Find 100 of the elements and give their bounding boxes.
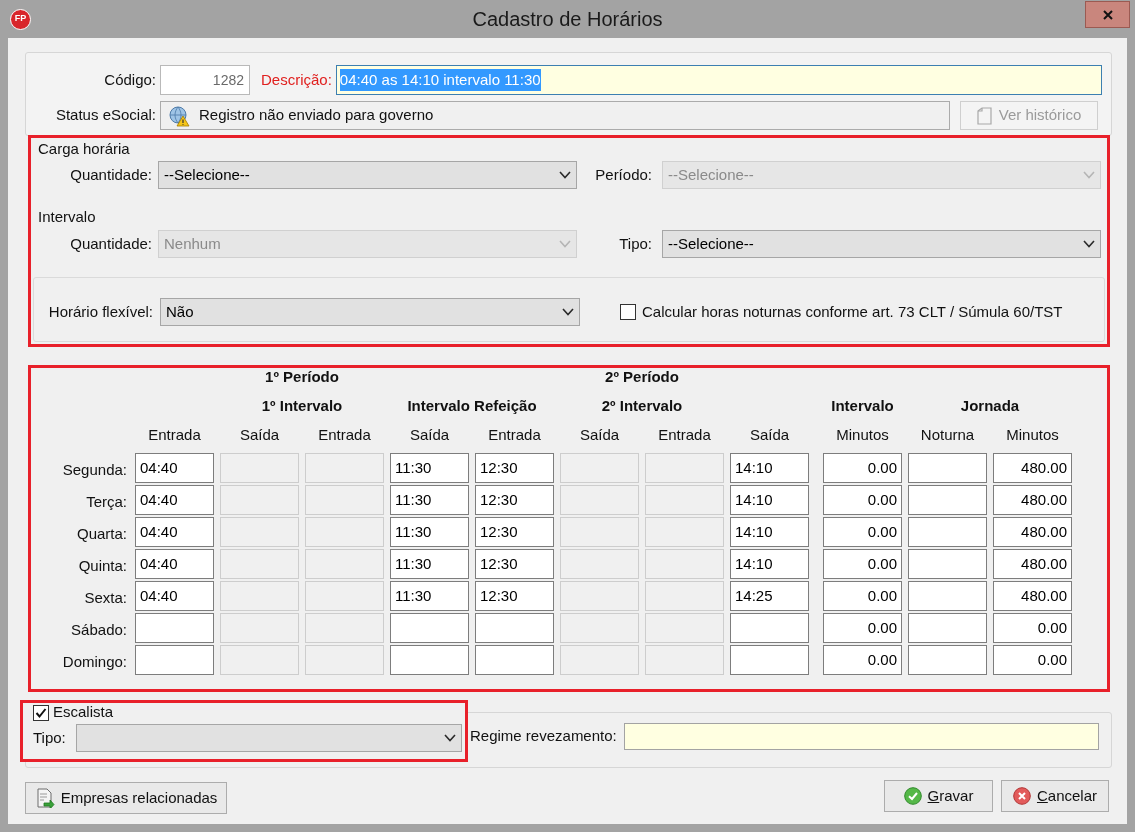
column-header: Saída	[749, 424, 790, 445]
time-field[interactable]: 14:10	[730, 453, 809, 483]
number-field[interactable]	[908, 453, 987, 483]
save-button[interactable]: Gravar	[884, 780, 993, 812]
field-label: Status eSocial:	[54, 105, 157, 126]
number-field[interactable]: 0.00	[823, 613, 902, 643]
number-field[interactable]: 0.00	[993, 613, 1072, 643]
time-field[interactable]	[390, 613, 469, 643]
column-group-header: 1º Intervalo	[261, 395, 343, 416]
check-circle-icon	[903, 787, 922, 805]
column-header: Noturna	[920, 424, 975, 445]
column-group-header: 1º Período	[265, 366, 339, 387]
time-field[interactable]	[475, 645, 554, 675]
day-label: Domingo:	[62, 652, 128, 672]
time-field[interactable]: 11:30	[390, 549, 469, 579]
checkbox[interactable]	[33, 704, 49, 721]
chevron-down-icon	[444, 734, 456, 742]
cancel-button[interactable]: Cancelar	[1001, 780, 1109, 812]
input-field[interactable]	[623, 723, 1099, 750]
column-header: Entrada	[488, 424, 541, 445]
number-field[interactable]: 0.00	[823, 645, 902, 675]
close-button[interactable]	[1085, 1, 1130, 28]
time-field[interactable]	[475, 613, 554, 643]
number-field[interactable]: 480.00	[993, 453, 1072, 483]
time-field[interactable]: 11:30	[390, 517, 469, 547]
dropdown[interactable]: Não	[160, 298, 580, 326]
number-field[interactable]: 480.00	[993, 549, 1072, 579]
field-label: Tipo:	[618, 233, 652, 254]
checkbox-label: Escalista	[53, 702, 114, 723]
time-field[interactable]: 04:40	[135, 549, 214, 579]
time-field[interactable]: 11:30	[390, 485, 469, 515]
number-field[interactable]: 480.00	[993, 517, 1072, 547]
close-icon	[1102, 9, 1113, 20]
column-header: Saída	[579, 424, 620, 445]
number-field[interactable]: 480.00	[993, 581, 1072, 611]
time-field[interactable]: 14:10	[730, 549, 809, 579]
field-label: Quantidade:	[69, 164, 152, 185]
time-field[interactable]: 04:40	[135, 517, 214, 547]
checkbox-label: Calcular horas noturnas conforme art. 73 CLT / Súmula 60/TST	[642, 301, 1063, 322]
dropdown[interactable]: --Selecione--	[662, 230, 1101, 258]
time-field[interactable]	[730, 645, 809, 675]
section-title: Intervalo	[37, 208, 96, 225]
column-group-header: 2º Intervalo	[601, 395, 683, 416]
field-label: Código:	[103, 69, 157, 90]
column-group-header: Intervalo Refeição	[407, 395, 537, 416]
field-label: Horário flexível:	[47, 301, 153, 322]
time-field[interactable]: 04:40	[135, 485, 214, 515]
number-field[interactable]: 0.00	[993, 645, 1072, 675]
code-field[interactable]: 1282	[160, 65, 250, 95]
column-header: Saída	[239, 424, 280, 445]
document-icon	[976, 106, 993, 125]
time-field[interactable]	[135, 613, 214, 643]
window-title: Cadastro de Horários	[472, 7, 663, 32]
number-field[interactable]: 0.00	[823, 453, 902, 483]
document-arrow-icon	[34, 788, 55, 808]
time-field[interactable]: 11:30	[390, 581, 469, 611]
day-label: Sábado:	[71, 620, 128, 640]
time-field[interactable]: 12:30	[475, 517, 554, 547]
time-field[interactable]	[730, 613, 809, 643]
number-field[interactable]	[908, 485, 987, 515]
chevron-down-icon	[559, 240, 571, 248]
day-label: Terça:	[86, 492, 128, 512]
time-field[interactable]: 12:30	[475, 581, 554, 611]
time-field[interactable]: 14:10	[730, 485, 809, 515]
column-header: Entrada	[318, 424, 371, 445]
time-field[interactable]: 11:30	[390, 453, 469, 483]
number-field[interactable]: 0.00	[823, 581, 902, 611]
number-field[interactable]	[908, 581, 987, 611]
field-label: Regime revezamento:	[470, 726, 617, 747]
day-label: Sexta:	[84, 588, 128, 608]
field-label: Tipo:	[33, 727, 67, 748]
number-field[interactable]: 0.00	[823, 517, 902, 547]
number-field[interactable]	[908, 517, 987, 547]
time-field[interactable]	[390, 645, 469, 675]
number-field[interactable]: 480.00	[993, 485, 1072, 515]
time-field[interactable]: 04:40	[135, 581, 214, 611]
day-label: Quinta:	[78, 556, 128, 576]
chevron-down-icon	[1083, 240, 1095, 248]
chevron-down-icon	[562, 308, 574, 316]
time-field[interactable]: 12:30	[475, 453, 554, 483]
number-field[interactable]: 0.00	[823, 549, 902, 579]
related-companies-button[interactable]: Empresas relacionadas	[25, 782, 227, 814]
column-header: Saída	[409, 424, 450, 445]
time-field[interactable]	[135, 645, 214, 675]
time-field[interactable]: 04:40	[135, 453, 214, 483]
number-field[interactable]	[908, 645, 987, 675]
time-field[interactable]: 14:25	[730, 581, 809, 611]
number-field[interactable]: 0.00	[823, 485, 902, 515]
day-label: Segunda:	[62, 460, 128, 480]
column-header: Entrada	[658, 424, 711, 445]
number-field[interactable]	[908, 549, 987, 579]
time-field[interactable]: 12:30	[475, 485, 554, 515]
number-field[interactable]	[908, 613, 987, 643]
checkbox[interactable]	[620, 304, 636, 320]
dropdown[interactable]	[76, 724, 462, 752]
time-field[interactable]: 12:30	[475, 549, 554, 579]
day-label: Quarta:	[76, 524, 128, 544]
time-field[interactable]: 14:10	[730, 517, 809, 547]
column-header: Entrada	[148, 424, 201, 445]
dropdown[interactable]: --Selecione--	[158, 161, 577, 189]
